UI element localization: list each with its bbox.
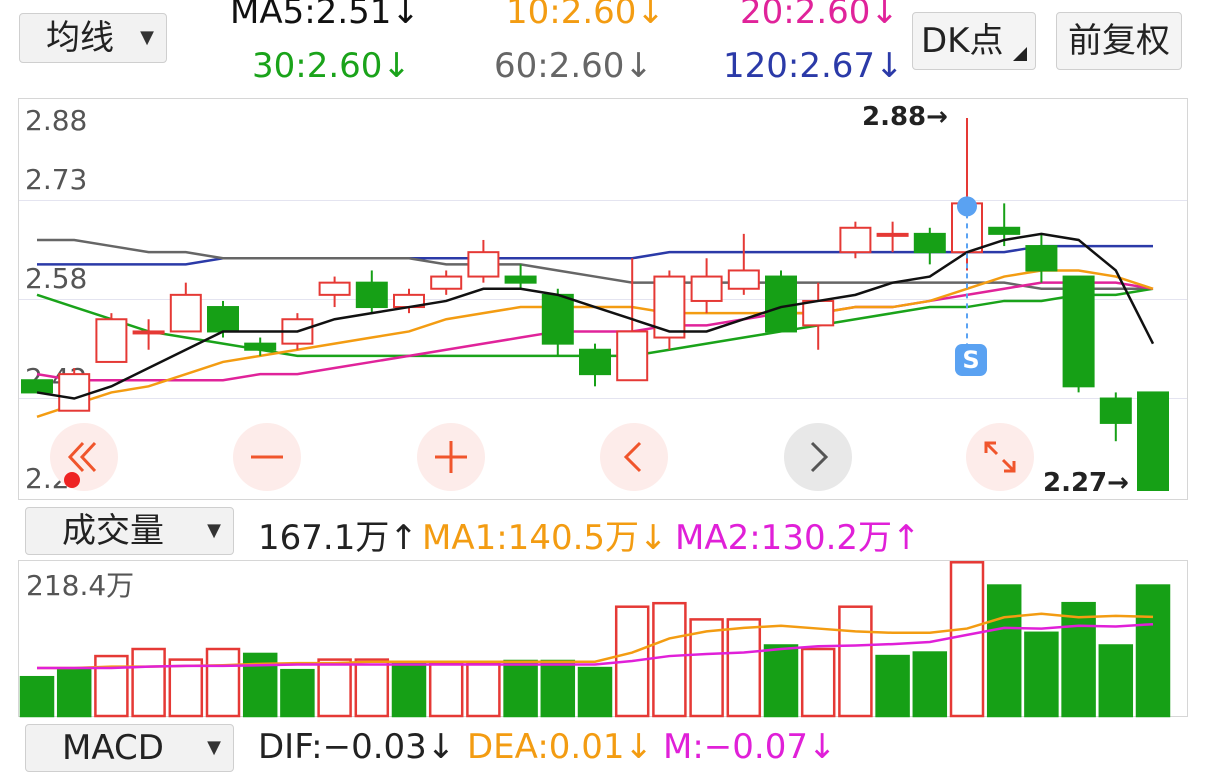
volume-bar [577,666,613,718]
volume-bar [205,647,241,718]
chevron-down-icon: ▼ [207,737,221,758]
volume-bar [1135,584,1171,718]
macd-dea-value: DEA:0.01 [467,727,625,767]
arrow-down-icon: ↓ [807,727,837,767]
volume-bar [949,561,985,718]
volume-bar [1061,601,1096,718]
volume-bar [317,658,352,718]
volume-bar [428,661,464,718]
indicator-select-macd-label: MACD [62,728,164,768]
volume-bar [875,654,910,718]
volume-bar [94,654,129,718]
arrow-down-icon: ↓ [624,727,653,767]
volume-ma1-line [37,612,1154,670]
volume-bar [280,668,315,718]
volume-bar [168,658,204,718]
volume-bar [131,647,166,718]
volume-bar [19,675,55,718]
volume-bar [800,647,836,718]
volume-bar [56,668,92,718]
volume-bar [1098,644,1134,718]
volume-chart [19,561,1171,718]
volume-bar [503,659,538,718]
volume-bar [391,661,427,718]
volume-bar [763,644,799,718]
volume-bar [912,651,948,718]
arrow-down-icon: ↓ [426,727,456,767]
volume-bar [1024,631,1059,718]
volume-bar [466,661,501,718]
macd-dif-value: DIF:−0.03 [258,727,427,767]
macd-dif-label: DIF:−0.03↓ [258,727,455,767]
macd-dea-label: DEA:0.01↓ [467,727,653,767]
volume-bar [838,605,873,718]
volume-bar [986,584,1022,718]
volume-bar [540,659,576,718]
volume-bar [652,601,687,718]
volume-bar [354,658,390,718]
indicator-select-macd[interactable]: MACD ▼ [25,724,234,772]
volume-bar [726,618,762,718]
macd-m-label: M:−0.07↓ [663,727,836,767]
macd-m-value: M:−0.07 [663,727,808,767]
